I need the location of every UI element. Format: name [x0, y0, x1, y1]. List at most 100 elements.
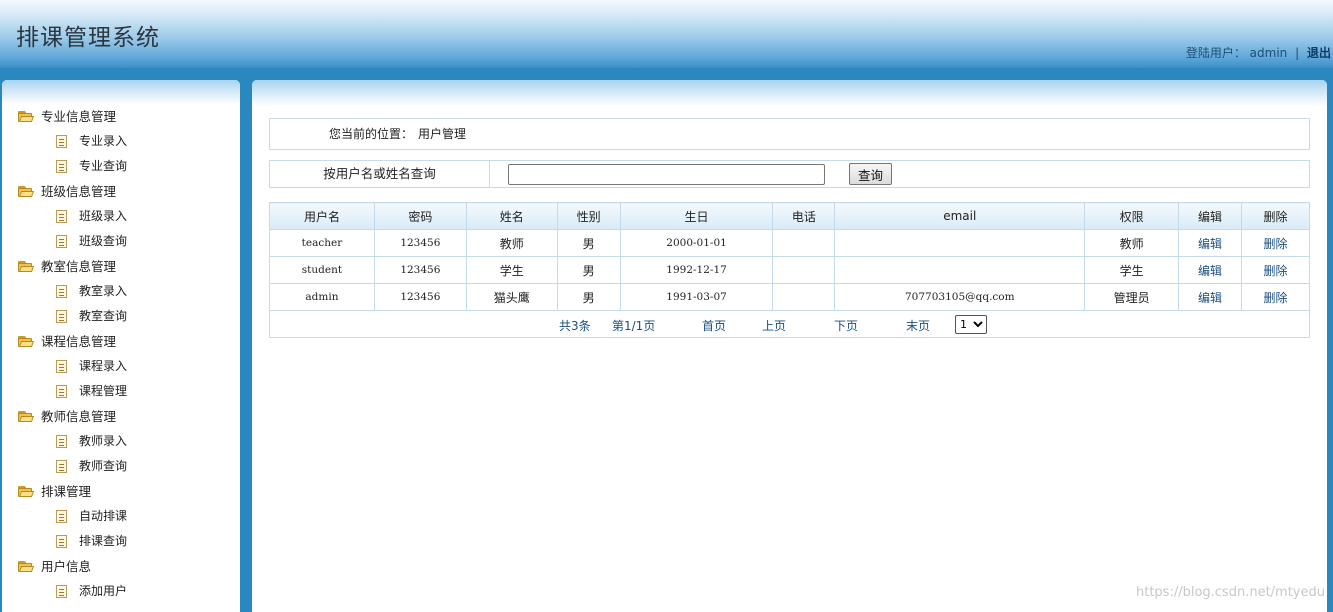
- sidebar-group-label: 教师信息管理: [41, 409, 117, 424]
- content-top-gradient: [252, 80, 1327, 106]
- sidebar-item-label: 教室录入: [79, 284, 128, 298]
- edit-link[interactable]: 编辑: [1178, 256, 1242, 284]
- sidebar-item[interactable]: 教师录入: [2, 429, 240, 454]
- document-icon: [56, 585, 67, 598]
- sidebar-group: 课程信息管理 课程录入课程管理: [2, 329, 240, 404]
- table-row: teacher 123456 教师男 2000-01-01 教师 编辑 删除: [269, 229, 1311, 257]
- sidebar-item[interactable]: 教室查询: [2, 304, 240, 329]
- sidebar-item[interactable]: 班级录入: [2, 204, 240, 229]
- cell-phone: [772, 283, 836, 311]
- document-icon: [56, 360, 67, 373]
- page-select[interactable]: 1: [955, 314, 987, 334]
- document-icon: [56, 160, 67, 173]
- sidebar-item[interactable]: 排课查询: [2, 529, 240, 554]
- column-header-username: 用户名: [269, 202, 375, 230]
- first-page-link[interactable]: 首页: [702, 317, 726, 334]
- column-header-gender: 性别: [556, 202, 621, 230]
- cell-password: 123456: [373, 229, 467, 257]
- sidebar-item-label: 专业录入: [79, 134, 128, 148]
- document-icon: [56, 435, 67, 448]
- sidebar-item[interactable]: 专业查询: [2, 154, 240, 179]
- sidebar-item[interactable]: 专业录入: [2, 129, 240, 154]
- search-label: 按用户名或姓名查询: [270, 161, 490, 187]
- total-count: 共3条: [559, 318, 591, 333]
- header-bar: 排课管理系统 登陆用户： admin | 退出: [0, 0, 1333, 68]
- main-content: 您当前的位置： 用户管理 按用户名或姓名查询 查询 用户名 密码 姓名 性别 生…: [252, 80, 1327, 612]
- table-body: teacher 123456 教师男 2000-01-01 教师 编辑 删除 student 1…: [269, 229, 1311, 311]
- table-header-row: 用户名 密码 姓名 性别 生日 电话 email 权限 编辑 删除: [269, 202, 1311, 230]
- sidebar-group: 教师信息管理教师录入教师查询: [2, 404, 240, 479]
- sidebar: 专业信息管理 专业录入 专业查询 班级信息管理 班级录入 班级查询 教室信息管理 教室录入 教室…: [2, 80, 240, 612]
- sidebar-group-header[interactable]: 用户信息: [2, 554, 240, 579]
- logout-link[interactable]: 退出: [1307, 46, 1331, 60]
- sidebar-group-header[interactable]: 教师信息管理: [2, 404, 240, 429]
- document-icon: [56, 135, 67, 148]
- column-header-name: 姓名: [465, 202, 558, 230]
- cell-password: 123456: [373, 256, 467, 284]
- cell-email: 707703105@qq.com: [834, 283, 1086, 311]
- cell-username: admin: [269, 283, 375, 311]
- edit-link[interactable]: 编辑: [1178, 283, 1242, 311]
- cell-phone: [772, 256, 836, 284]
- sidebar-group-header[interactable]: 课程信息管理: [2, 329, 240, 354]
- sidebar-group-header[interactable]: 教室信息管理: [2, 254, 240, 279]
- cell-email: [834, 229, 1086, 257]
- prev-page-link[interactable]: 上页: [762, 317, 786, 334]
- cell-gender: 男: [556, 256, 621, 284]
- search-input[interactable]: [508, 164, 825, 185]
- username: admin: [1249, 46, 1288, 60]
- sidebar-group-label: 排课管理: [41, 484, 92, 499]
- folder-open-icon: [18, 561, 35, 572]
- sidebar-item[interactable]: 课程管理: [2, 379, 240, 404]
- sidebar-group-header[interactable]: 班级信息管理: [2, 179, 240, 204]
- sidebar-group-label: 班级信息管理: [41, 184, 117, 199]
- pager-cell: 共3条 第1/1页 首页 上页 下页 末页 1: [269, 310, 1310, 338]
- sidebar-item[interactable]: 教师查询: [2, 454, 240, 479]
- folder-open-icon: [18, 261, 35, 272]
- delete-link[interactable]: 删除: [1240, 256, 1311, 284]
- cell-name: 学生: [465, 256, 558, 284]
- sidebar-group-header[interactable]: 专业信息管理: [2, 104, 240, 129]
- sidebar-item[interactable]: 课程录入: [2, 354, 240, 379]
- separator: |: [1295, 46, 1300, 60]
- sidebar-group: 专业信息管理专业录入专业查询: [2, 104, 240, 179]
- user-table: 用户名 密码 姓名 性别 生日 电话 email 权限 编辑 删除 teache…: [269, 202, 1311, 338]
- sidebar-item-label: 课程管理: [79, 384, 128, 398]
- sidebar-item-label: 专业查询: [79, 159, 128, 173]
- sidebar-item-label: 添加用户: [79, 584, 128, 598]
- pagination: 共3条 第1/1页 首页 上页 下页 末页 1: [270, 312, 1309, 337]
- watermark: https://blog.csdn.net/mtyedu: [1135, 585, 1325, 600]
- document-icon: [56, 310, 67, 323]
- cell-username: student: [269, 256, 375, 284]
- cell-birthday: 1991-03-07: [619, 283, 774, 311]
- delete-link[interactable]: 删除: [1240, 229, 1311, 257]
- sidebar-item-label: 排课查询: [79, 534, 128, 548]
- folder-open-icon: [18, 486, 35, 497]
- cell-password: 123456: [373, 283, 467, 311]
- sidebar-group: 教室信息管理教室录入教室查询: [2, 254, 240, 329]
- sidebar-item[interactable]: 班级查询: [2, 229, 240, 254]
- sidebar-group-header[interactable]: 排课管理: [2, 479, 240, 504]
- delete-link[interactable]: 删除: [1240, 283, 1311, 311]
- column-header-birthday: 生日: [619, 202, 774, 230]
- column-header-password: 密码: [373, 202, 467, 230]
- breadcrumb: 您当前的位置： 用户管理: [269, 118, 1310, 150]
- sidebar-menu: 专业信息管理 专业录入 专业查询 班级信息管理 班级录入 班级查询 教室信息管理 教室录入 教室…: [2, 104, 240, 604]
- user-info: 登陆用户： admin | 退出: [1186, 44, 1331, 61]
- sidebar-group: 用户信息添加用户: [2, 554, 240, 604]
- sidebar-item[interactable]: 自动排课: [2, 504, 240, 529]
- cell-name: 猫头鹰: [465, 283, 558, 311]
- edit-link[interactable]: 编辑: [1178, 229, 1242, 257]
- sidebar-item[interactable]: 添加用户: [2, 579, 240, 604]
- next-page-link[interactable]: 下页: [834, 317, 858, 334]
- search-button[interactable]: 查询: [849, 163, 892, 185]
- sidebar-item[interactable]: 教室录入: [2, 279, 240, 304]
- sidebar-item-label: 教师查询: [79, 459, 128, 473]
- cell-birthday: 1992-12-17: [619, 256, 774, 284]
- last-page-link[interactable]: 末页: [906, 317, 930, 334]
- document-icon: [56, 510, 67, 523]
- sidebar-group: 班级信息管理班级录入 班级查询: [2, 179, 240, 254]
- column-header-delete: 删除: [1240, 202, 1311, 230]
- login-user-label: 登陆用户：: [1185, 46, 1246, 60]
- folder-open-icon: [18, 336, 35, 347]
